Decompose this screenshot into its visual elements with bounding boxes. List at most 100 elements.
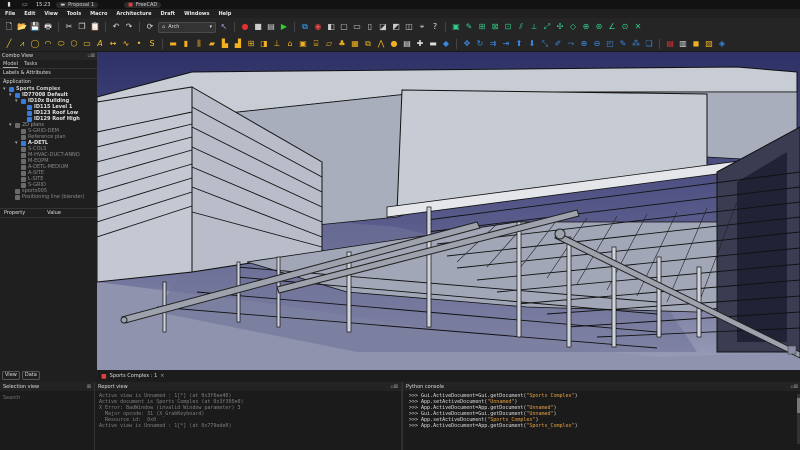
snap-midpoint-icon[interactable]: ⊠ — [490, 22, 500, 32]
stairs-icon[interactable]: ⌸ — [311, 39, 321, 49]
menu-macro[interactable]: Macro — [90, 11, 107, 17]
menu-windows[interactable]: Windows — [184, 11, 209, 17]
pdf-icon[interactable]: ▤ — [665, 39, 675, 49]
tab-data[interactable]: Data — [21, 371, 40, 380]
roof-icon[interactable]: ⌂ — [285, 39, 295, 49]
menu-architecture[interactable]: Architecture — [116, 11, 151, 17]
redo-icon[interactable]: ↷ — [124, 22, 134, 32]
save-icon[interactable]: 💾 — [30, 22, 40, 32]
move-icon[interactable]: ✥ — [462, 39, 472, 49]
remove-icon[interactable]: ▬ — [428, 39, 438, 49]
menu-help[interactable]: Help — [218, 11, 231, 17]
delete-point-icon[interactable]: ⊖ — [592, 39, 602, 49]
polygon-icon[interactable]: ⬡ — [69, 39, 79, 49]
new-document-icon[interactable]: 🗋 — [4, 22, 14, 32]
macro-list-icon[interactable]: ▤ — [266, 22, 276, 32]
dimension-icon[interactable]: ↔ — [108, 39, 118, 49]
window-icon[interactable]: ⊞ — [246, 39, 256, 49]
snap-grid-icon[interactable]: ⊞ — [477, 22, 487, 32]
fence-icon[interactable]: ⧉ — [363, 39, 373, 49]
wall-icon[interactable]: ▬ — [168, 39, 178, 49]
panel-float-close-icon[interactable]: ▫⊠ — [790, 384, 798, 390]
site-icon[interactable]: ▟ — [233, 39, 243, 49]
wire-icon[interactable]: ⩘ — [17, 39, 27, 49]
material-icon[interactable]: ◼ — [691, 39, 701, 49]
clone-icon[interactable]: ❏ — [644, 39, 654, 49]
point-icon[interactable]: • — [134, 39, 144, 49]
text-icon[interactable]: A — [95, 39, 105, 49]
rebar-icon[interactable]: ⫼ — [194, 39, 204, 49]
document-tab[interactable]: Sports Complex : 1 — [110, 373, 158, 379]
scale-icon[interactable]: ⤡ — [540, 39, 550, 49]
workbench-selector[interactable]: ⌂ Arch ▾ — [158, 21, 216, 33]
expand-arrow-icon[interactable]: ▾ — [15, 98, 19, 104]
shapestring-icon[interactable]: S — [147, 39, 157, 49]
measure-icon[interactable]: ⌖ — [417, 22, 427, 32]
macro-run-icon[interactable]: ▶ — [279, 22, 289, 32]
python-console-output[interactable]: >>> Gui.ActiveDocument=Gui.getDocument("… — [403, 391, 800, 432]
bim-icon[interactable]: ▧ — [704, 39, 714, 49]
macro-stop-icon[interactable]: ■ — [253, 22, 263, 32]
expand-arrow-icon[interactable]: ▾ — [3, 86, 7, 92]
bspline-icon[interactable]: ∿ — [121, 39, 131, 49]
view-right-icon[interactable]: ▯ — [365, 22, 375, 32]
nav-cube-icon[interactable] — [787, 345, 797, 355]
survey-icon[interactable]: ◆ — [441, 39, 451, 49]
snap-dimensions-icon[interactable]: ⊛ — [594, 22, 604, 32]
snap-ortho-icon[interactable]: ⊕ — [581, 22, 591, 32]
snap-special-icon[interactable]: ✣ — [555, 22, 565, 32]
ellipse-icon[interactable]: ⬭ — [56, 39, 66, 49]
view-left-icon[interactable]: ◫ — [404, 22, 414, 32]
ifc-icon[interactable]: ▥ — [678, 39, 688, 49]
rectangle-icon[interactable]: ▭ — [82, 39, 92, 49]
frame-icon[interactable]: ▦ — [350, 39, 360, 49]
view-axonometric-icon[interactable]: ◧ — [326, 22, 336, 32]
macro-record-icon[interactable]: ● — [240, 22, 250, 32]
tab-model[interactable]: Model — [3, 61, 19, 68]
menu-file[interactable]: File — [5, 11, 15, 17]
truss-icon[interactable]: ⋀ — [376, 39, 386, 49]
close-icon[interactable]: × — [160, 373, 164, 379]
expand-arrow-icon[interactable]: ▾ — [9, 92, 13, 98]
panel-icon[interactable]: ▱ — [324, 39, 334, 49]
array-icon[interactable]: ⁂ — [631, 39, 641, 49]
snap-perpendicular-icon[interactable]: ⟂ — [529, 22, 539, 32]
add-icon[interactable]: ✚ — [415, 39, 425, 49]
axis-icon[interactable]: ⊥ — [272, 39, 282, 49]
paste-icon[interactable]: 📋 — [90, 22, 100, 32]
cut-icon[interactable]: ✂ — [64, 22, 74, 32]
panel-float-close-icon[interactable]: ▫⊠ — [390, 384, 398, 390]
building-icon[interactable]: ▙ — [220, 39, 230, 49]
menu-tools[interactable]: Tools — [67, 11, 81, 17]
expand-arrow-icon[interactable]: ▾ — [15, 140, 19, 146]
copy-icon[interactable]: ❐ — [77, 22, 87, 32]
snap-near-icon[interactable]: ◇ — [568, 22, 578, 32]
view-front-icon[interactable]: ▢ — [339, 22, 349, 32]
selection-search-input[interactable] — [3, 394, 87, 401]
shape-to-2d-icon[interactable]: ◰ — [605, 39, 615, 49]
menu-draft[interactable]: Draft — [161, 11, 176, 17]
view-bottom-icon[interactable]: ◩ — [391, 22, 401, 32]
menu-edit[interactable]: Edit — [24, 11, 35, 17]
layer-icon[interactable]: ◈ — [717, 39, 727, 49]
snap-center-icon[interactable]: ⊙ — [620, 22, 630, 32]
edit-icon[interactable]: ✐ — [553, 39, 563, 49]
draft-to-sketch-icon[interactable]: ✎ — [618, 39, 628, 49]
task-freecad[interactable]: ■ FreeCAD — [124, 1, 162, 8]
3d-viewport[interactable] — [97, 52, 800, 370]
undo-icon[interactable]: ↶ — [111, 22, 121, 32]
tab-view[interactable]: View — [2, 371, 20, 380]
floor-icon[interactable]: ▰ — [207, 39, 217, 49]
snap-intersection-icon[interactable]: ✕ — [633, 22, 643, 32]
schedule-icon[interactable]: ▤ — [402, 39, 412, 49]
help-icon[interactable]: ? — [430, 22, 440, 32]
menu-view[interactable]: View — [44, 11, 58, 17]
circle-icon[interactable]: ◯ — [30, 39, 40, 49]
structure-icon[interactable]: ▮ — [181, 39, 191, 49]
view-fit-all-icon[interactable]: ⧉ — [300, 22, 310, 32]
task-proposal[interactable]: ▬ Proposal 1 — [56, 1, 99, 8]
snap-angle-icon[interactable]: ∠ — [607, 22, 617, 32]
open-icon[interactable]: 📂 — [17, 22, 27, 32]
snap-parallel-icon[interactable]: ⫽ — [516, 22, 526, 32]
space-icon[interactable]: ▣ — [298, 39, 308, 49]
